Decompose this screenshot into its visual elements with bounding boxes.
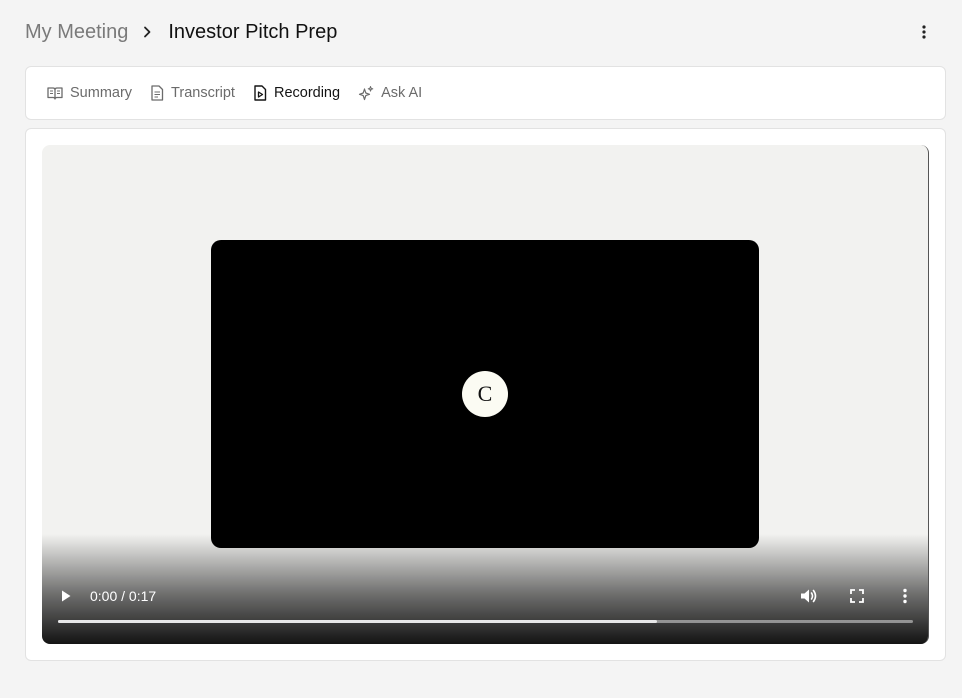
- video-player[interactable]: C 0:00 / 0:17: [42, 145, 929, 644]
- tab-ask-ai[interactable]: Ask AI: [358, 85, 422, 101]
- tab-summary[interactable]: Summary: [47, 85, 132, 101]
- fullscreen-icon: [850, 589, 864, 603]
- volume-button[interactable]: [798, 585, 820, 607]
- buffered-fill: [58, 620, 657, 623]
- play-icon: [62, 590, 71, 602]
- page-title: Investor Pitch Prep: [168, 20, 338, 43]
- logo-text: C: [477, 381, 493, 406]
- video-more-button[interactable]: [894, 585, 916, 607]
- breadcrumb-parent[interactable]: My Meeting: [25, 21, 128, 44]
- more-vertical-icon: [903, 588, 907, 604]
- chevron-right-icon: [142, 26, 152, 38]
- fullscreen-button[interactable]: [846, 585, 868, 607]
- tab-label: Transcript: [171, 85, 235, 101]
- document-text-icon: [151, 85, 164, 101]
- tab-bar: Summary Transcript Recording Ask AI: [25, 66, 946, 120]
- file-play-icon: [254, 85, 267, 101]
- more-options-button[interactable]: [914, 22, 934, 42]
- progress-bar[interactable]: [58, 620, 913, 623]
- more-vertical-icon: [922, 25, 926, 39]
- volume-icon: [801, 589, 817, 603]
- tab-transcript[interactable]: Transcript: [150, 85, 235, 101]
- tab-label: Ask AI: [381, 85, 423, 101]
- video-frame: C: [211, 240, 759, 548]
- book-open-icon: [47, 87, 63, 100]
- tab-label: Recording: [273, 85, 341, 101]
- sparkles-icon: [358, 86, 374, 101]
- recording-panel: C 0:00 / 0:17: [25, 128, 946, 661]
- controls-overlay: [42, 534, 928, 644]
- tab-recording[interactable]: Recording: [253, 85, 340, 101]
- time-display: 0:00 / 0:17: [90, 588, 157, 604]
- tab-label: Summary: [70, 85, 133, 101]
- header: My Meeting Investor Pitch Prep: [25, 18, 942, 46]
- play-button[interactable]: [56, 586, 76, 606]
- logo: C: [462, 371, 508, 417]
